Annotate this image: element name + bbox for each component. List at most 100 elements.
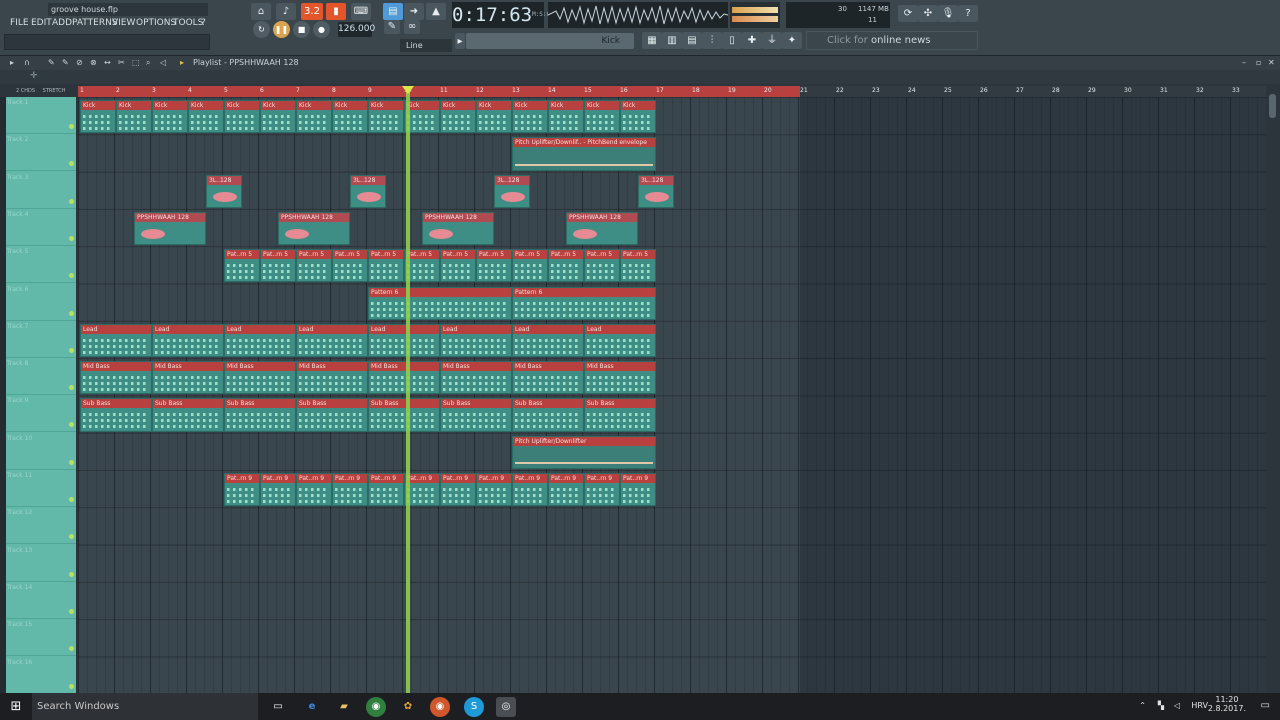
playlist-clip[interactable]: Pat..rn 5 xyxy=(548,249,584,283)
help-icon[interactable]: ? xyxy=(958,5,978,22)
minimize-icon[interactable]: – xyxy=(1242,56,1246,70)
playlist-clip[interactable]: Mid Bass xyxy=(368,361,440,395)
typing-keyboard-icon[interactable]: ⌨ xyxy=(351,3,371,20)
menu-options[interactable]: OPTIONS xyxy=(136,18,176,28)
track-mute-led-icon[interactable] xyxy=(69,571,74,577)
arrow-icon[interactable]: ▸ xyxy=(180,56,184,70)
playlist-clip[interactable]: Sub Bass xyxy=(224,398,296,432)
playlist-clip[interactable]: Pat..rn 9 xyxy=(548,473,584,507)
playlist-clip[interactable]: Lead xyxy=(296,323,368,358)
playlist-clip[interactable]: Lead xyxy=(368,323,440,358)
stop-button[interactable]: ■ xyxy=(293,21,310,38)
playlist-clip[interactable]: Kick xyxy=(152,100,188,134)
playlist-icon[interactable]: ▦ xyxy=(642,32,662,49)
track-mute-led-icon[interactable] xyxy=(69,646,74,652)
playlist-clip[interactable]: Kick xyxy=(80,100,116,134)
playlist-clip[interactable]: Kick xyxy=(188,100,224,134)
track-mute-led-icon[interactable] xyxy=(69,273,74,279)
playlist-clip[interactable]: Kick xyxy=(368,100,404,134)
pattern-mode-icon[interactable]: ⌂ xyxy=(251,3,271,20)
playlist-clip[interactable]: Pattern 6 xyxy=(368,286,512,320)
track-mute-led-icon[interactable] xyxy=(69,161,74,167)
crosshair-icon[interactable]: ✛ xyxy=(30,71,38,81)
track-header[interactable]: Track 3 xyxy=(6,172,76,209)
track-header[interactable]: Track 11 xyxy=(6,470,76,507)
track-header[interactable]: Track 5 xyxy=(6,246,76,284)
playlist-clip[interactable]: Pat..rn 9 xyxy=(332,473,368,507)
playlist-clip[interactable]: 3L..128 xyxy=(350,174,386,208)
playlist-clip[interactable]: Pat..rn 5 xyxy=(440,249,476,283)
playlist-clip[interactable]: Sub Bass xyxy=(152,398,224,432)
playlist-clip[interactable]: Sub Bass xyxy=(512,398,584,432)
playlist-clip[interactable]: Sub Bass xyxy=(440,398,512,432)
playlist-clip[interactable]: Lead xyxy=(512,323,584,358)
plugin-picker-icon[interactable]: ✚ xyxy=(742,32,762,49)
playlist-clip[interactable]: Pat..rn 5 xyxy=(512,249,548,283)
clock[interactable]: 11:20 2.8.2017. xyxy=(1208,695,1246,713)
file-explorer-icon[interactable]: ▰ xyxy=(334,697,354,717)
piano-roll-view-icon[interactable]: ▤ xyxy=(682,32,702,49)
track-header[interactable]: Track 15 xyxy=(6,619,76,657)
playlist-clip[interactable]: Pattern 6 xyxy=(512,286,656,320)
slip-icon[interactable]: ↔ xyxy=(104,56,111,70)
track-mute-led-icon[interactable] xyxy=(69,534,74,540)
wrench-icon[interactable]: ✦ xyxy=(782,32,802,49)
playlist-clip[interactable]: Kick xyxy=(548,100,584,134)
menu-add[interactable]: ADD xyxy=(52,18,72,28)
menu-patterns[interactable]: PATTERNS xyxy=(72,18,118,28)
volume-icon[interactable]: ◁ xyxy=(1174,701,1180,710)
playhead[interactable] xyxy=(406,86,410,693)
playlist-clip[interactable]: Pat..rn 9 xyxy=(620,473,656,507)
snap-mode[interactable]: Line xyxy=(400,39,452,52)
online-news-bar[interactable]: Click for online news xyxy=(806,31,978,50)
playlist-clip[interactable]: Pat..rn 5 xyxy=(332,249,368,283)
playlist-clip[interactable]: Pat..rn 9 xyxy=(296,473,332,507)
scrollbar-thumb[interactable] xyxy=(1269,94,1276,118)
track-mute-led-icon[interactable] xyxy=(69,385,74,391)
channel-rack-icon[interactable]: ▥ xyxy=(662,32,682,49)
track-mute-led-icon[interactable] xyxy=(69,198,74,204)
playlist-clip[interactable]: Kick xyxy=(116,100,152,134)
firefox-icon[interactable]: ◉ xyxy=(430,697,450,717)
playlist-clip[interactable]: Pitch Uplifter/Downlifter xyxy=(512,435,656,469)
piano-roll-icon[interactable]: ▤ xyxy=(383,3,403,20)
menu-file[interactable]: FILE xyxy=(10,18,29,28)
notification-icon[interactable]: ▭ xyxy=(1261,700,1270,711)
playlist-clip[interactable]: Kick xyxy=(440,100,476,134)
playlist-clip[interactable]: PPSHHWAAH 128 xyxy=(278,211,350,246)
zoom-icon[interactable]: ⌕ xyxy=(146,56,150,70)
playlist-clip[interactable]: Pat..rn 5 xyxy=(296,249,332,283)
pause-button[interactable]: ❚❚ xyxy=(273,21,290,38)
task-view-icon[interactable]: ▭ xyxy=(268,697,288,717)
playlist-clip[interactable]: Kick xyxy=(260,100,296,134)
track-header[interactable]: Track 2 xyxy=(6,134,76,172)
search-box[interactable]: Search Windows xyxy=(32,693,258,720)
playlist-clip[interactable]: Mid Bass xyxy=(512,361,584,395)
tray-arrow-icon[interactable]: ⌃ xyxy=(1139,701,1146,710)
playlist-clip[interactable]: Kick xyxy=(224,100,260,134)
playlist-clip[interactable]: Kick xyxy=(512,100,548,134)
track-mute-led-icon[interactable] xyxy=(69,608,74,614)
playlist-clip[interactable]: Pat..rn 9 xyxy=(476,473,512,507)
playlist-clip[interactable]: Pat..rn 9 xyxy=(584,473,620,507)
playlist-clip[interactable]: Mid Bass xyxy=(80,361,152,395)
playlist-clip[interactable]: Kick xyxy=(296,100,332,134)
timeline-ruler[interactable]: 1234567891011121314151617181920212223242… xyxy=(78,86,1266,97)
track-mute-led-icon[interactable] xyxy=(69,459,74,465)
playlist-clip[interactable]: 3L..128 xyxy=(494,174,530,208)
playlist-clip[interactable]: Mid Bass xyxy=(584,361,656,395)
playlist-clip[interactable]: PPSHHWAAH 128 xyxy=(134,211,206,246)
step-edit-icon[interactable]: ▮ xyxy=(326,3,346,20)
playlist-clip[interactable]: Pat..rn 5 xyxy=(224,249,260,283)
playlist-clip[interactable]: PPSHHWAAH 128 xyxy=(566,211,638,246)
delete-icon[interactable]: ⊘ xyxy=(76,56,83,70)
playlist-clip[interactable]: Kick xyxy=(476,100,512,134)
playlist-clip[interactable]: Lead xyxy=(80,323,152,358)
playlist-clip[interactable]: Lead xyxy=(152,323,224,358)
track-header[interactable]: Track 10 xyxy=(6,433,76,470)
track-header[interactable]: Track 13 xyxy=(6,545,76,582)
snap-label[interactable]: 2 CHDS xyxy=(16,88,35,94)
skype-icon[interactable]: S xyxy=(464,697,484,717)
edge-icon[interactable]: e xyxy=(302,697,322,717)
track-header[interactable]: Track 16 xyxy=(6,657,76,694)
